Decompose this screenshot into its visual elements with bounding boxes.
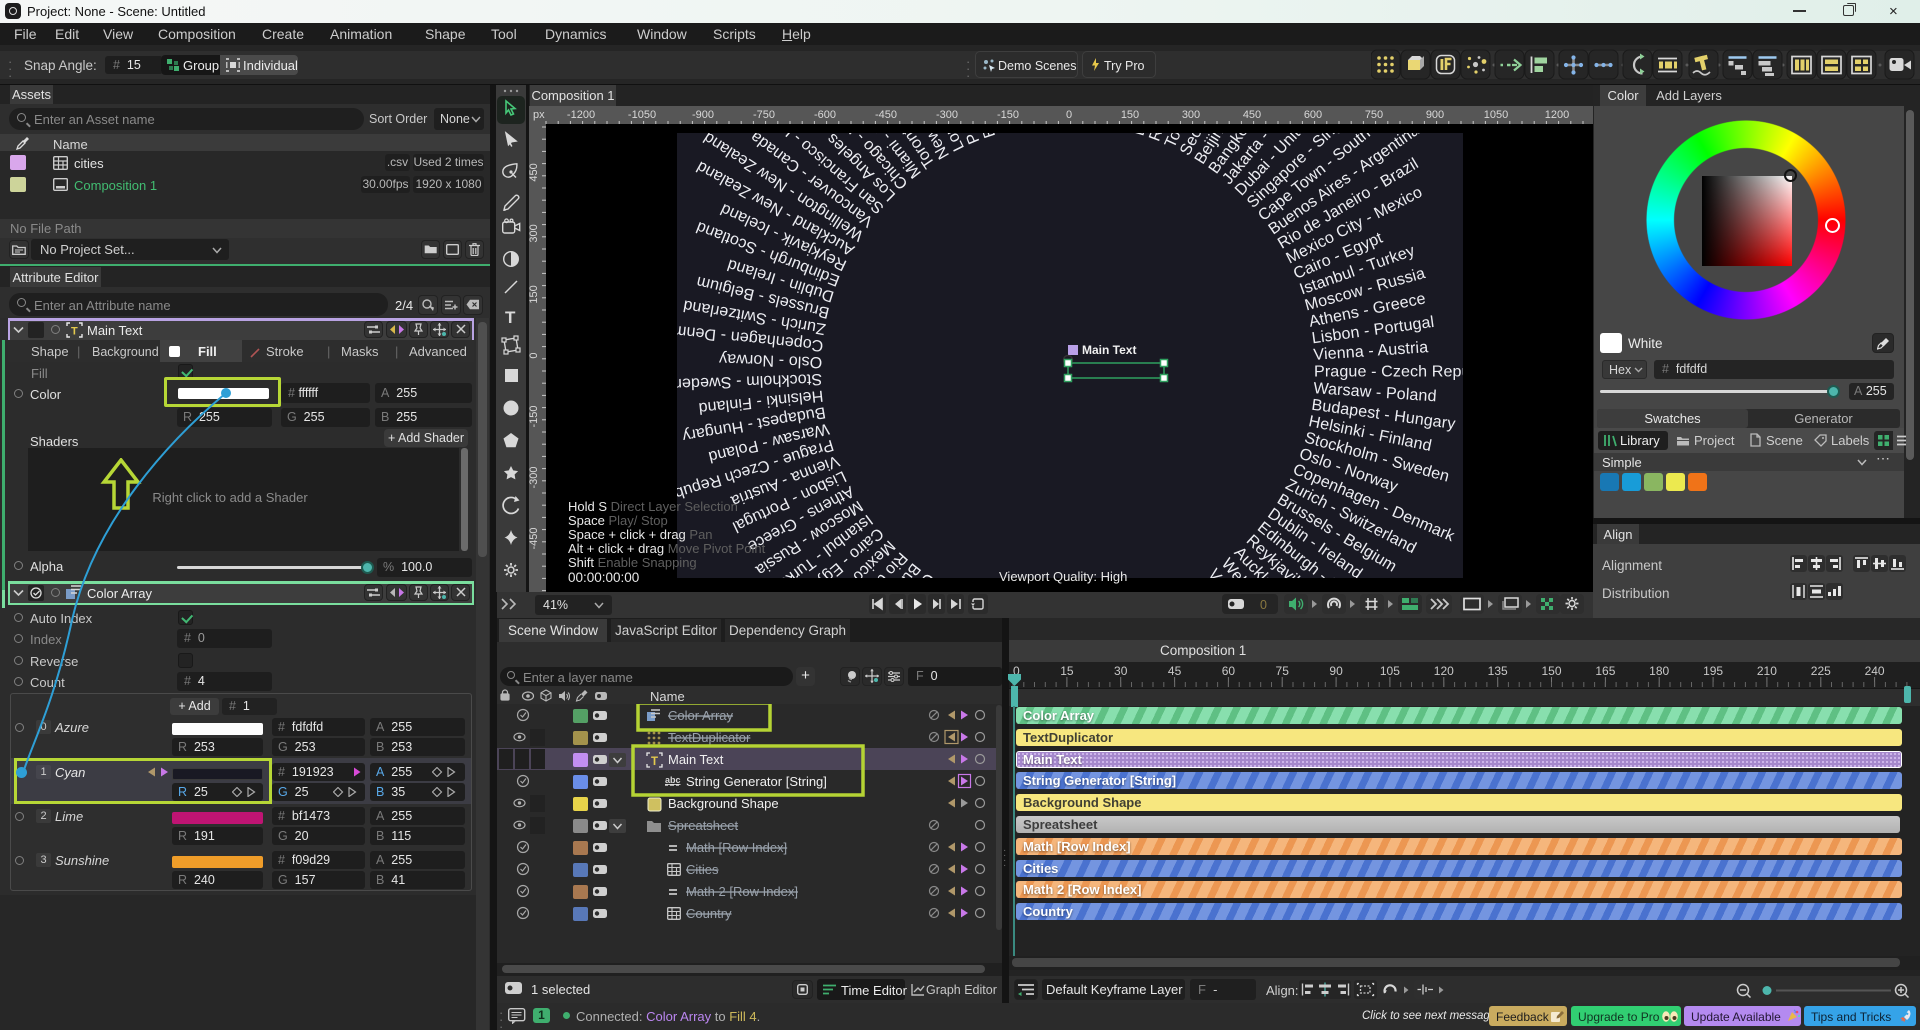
- svg-text:00:00:00:00: 00:00:00:00: [568, 570, 639, 585]
- svg-text:Viewport Quality: High: Viewport Quality: High: [999, 569, 1127, 584]
- svg-text:Beijing - China: Beijing - China: [1041, 106, 1064, 126]
- svg-text:-150: -150: [997, 109, 1019, 121]
- svg-text:0: 0: [1260, 598, 1267, 612]
- svg-text:Spreatsheet: Spreatsheet: [668, 818, 738, 833]
- svg-text:150: 150: [1541, 664, 1561, 678]
- svg-text:225: 225: [1811, 664, 1831, 678]
- svg-text:90: 90: [1329, 664, 1343, 678]
- svg-text:180: 180: [1649, 664, 1669, 678]
- svg-text:45: 45: [1168, 664, 1182, 678]
- svg-text:300: 300: [529, 224, 540, 242]
- svg-text:300: 300: [1182, 109, 1200, 121]
- svg-text:15: 15: [1060, 664, 1074, 678]
- svg-text:-600: -600: [814, 109, 836, 121]
- svg-text:Cities: Cities: [686, 862, 719, 877]
- svg-text:600: 600: [1304, 109, 1322, 121]
- svg-text:105: 105: [1380, 664, 1400, 678]
- svg-text:60: 60: [1222, 664, 1236, 678]
- svg-text:900: 900: [1426, 109, 1444, 121]
- svg-text:75: 75: [1276, 664, 1290, 678]
- svg-text:Prague - Czech Republic: Prague - Czech Republic: [1314, 363, 1495, 381]
- svg-text:-750: -750: [753, 109, 775, 121]
- svg-text:450: 450: [529, 163, 540, 181]
- svg-text:120: 120: [1434, 664, 1454, 678]
- svg-text:210: 210: [1757, 664, 1777, 678]
- svg-text:Main Text: Main Text: [668, 752, 724, 767]
- svg-text:-450: -450: [529, 527, 540, 549]
- svg-text:Space + click + drag Pan: Space + click + drag Pan: [568, 527, 713, 542]
- svg-text:Alt + click + drag Move Pivot: Alt + click + drag Move Pivot Point: [568, 541, 766, 556]
- svg-text:150: 150: [529, 285, 540, 303]
- svg-text:-150: -150: [529, 405, 540, 427]
- svg-text:165: 165: [1595, 664, 1615, 678]
- svg-text:-900: -900: [692, 109, 714, 121]
- svg-text:TextDuplicator: TextDuplicator: [668, 730, 751, 745]
- svg-text:1050: 1050: [1484, 109, 1508, 121]
- svg-text:1200: 1200: [1545, 109, 1569, 121]
- svg-text:0: 0: [529, 352, 540, 358]
- svg-text:750: 750: [1365, 109, 1383, 121]
- svg-text:195: 195: [1703, 664, 1723, 678]
- svg-text:String Generator [String]: String Generator [String]: [686, 774, 827, 789]
- svg-text:T: T: [651, 756, 658, 768]
- svg-text:T: T: [71, 326, 78, 338]
- svg-text:Main Text: Main Text: [1082, 343, 1136, 357]
- svg-text:T: T: [505, 308, 516, 327]
- svg-text:450: 450: [1243, 109, 1261, 121]
- svg-text:Space Play/ Stop: Space Play/ Stop: [568, 513, 668, 528]
- svg-text:New York - United States: New York - United States: [1080, 106, 1113, 127]
- svg-text:Color Array: Color Array: [668, 708, 734, 723]
- svg-text:abc: abc: [665, 775, 681, 785]
- svg-text:-1050: -1050: [628, 109, 656, 121]
- svg-text:Shift Enable Snapping: Shift Enable Snapping: [568, 555, 697, 570]
- svg-text:Miami - United States: Miami - United States: [1039, 106, 1065, 126]
- svg-text:Math [Row Index]: Math [Row Index]: [686, 840, 787, 855]
- svg-text:-300: -300: [936, 109, 958, 121]
- svg-text:-300: -300: [529, 466, 540, 488]
- svg-text:Country: Country: [686, 906, 732, 921]
- svg-text:-450: -450: [875, 109, 897, 121]
- svg-text:150: 150: [1121, 109, 1139, 121]
- svg-text:Math 2 [Row Index]: Math 2 [Row Index]: [686, 884, 798, 899]
- svg-text:135: 135: [1488, 664, 1508, 678]
- svg-text:30: 30: [1114, 664, 1128, 678]
- svg-text:240: 240: [1865, 664, 1885, 678]
- svg-text:Background Shape: Background Shape: [668, 796, 779, 811]
- svg-text:0: 0: [1066, 109, 1072, 121]
- svg-text:Hold S Direct Layer Selection: Hold S Direct Layer Selection: [568, 499, 738, 514]
- svg-text:-1200: -1200: [567, 109, 595, 121]
